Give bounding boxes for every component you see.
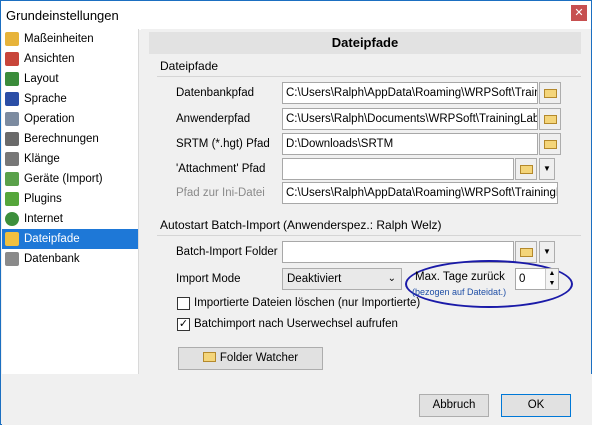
sidebar-item-label: Sprache bbox=[24, 93, 67, 105]
sidebar-item-internet[interactable]: Internet bbox=[2, 209, 138, 229]
sidebar-item-label: Geräte (Import) bbox=[24, 173, 103, 185]
section-title-autostart: Autostart Batch-Import bbox=[160, 218, 281, 232]
sidebar-item-label: Operation bbox=[24, 113, 75, 125]
sidebar-item-operation[interactable]: Operation bbox=[2, 109, 138, 129]
sidebar-item-dateipfade[interactable]: Dateipfade bbox=[2, 229, 138, 249]
batch-folder-dropdown-button[interactable]: ▼ bbox=[539, 241, 555, 263]
user-path-browse-button[interactable] bbox=[539, 108, 561, 130]
sidebar-item-label: Internet bbox=[24, 213, 63, 225]
srtm-path-label: SRTM (*.hgt) Pfad bbox=[176, 138, 270, 150]
srtm-path-field[interactable]: D:\Downloads\SRTM bbox=[282, 133, 538, 155]
sidebar-item-label: Ansichten bbox=[24, 53, 75, 65]
sidebar-item-geraete[interactable]: Geräte (Import) bbox=[2, 169, 138, 189]
sidebar-item-layout[interactable]: Layout bbox=[2, 69, 138, 89]
delete-imported-label: Importierte Dateien löschen (nur Importi… bbox=[194, 297, 421, 309]
section-title-dateipfade: Dateipfade bbox=[160, 59, 219, 73]
cancel-button[interactable]: Abbruch bbox=[419, 394, 489, 417]
folder-open-icon bbox=[544, 140, 557, 149]
database-path-label: Datenbankpfad bbox=[176, 87, 255, 99]
user-path-label: Anwenderpfad bbox=[176, 113, 251, 125]
speaker-icon bbox=[5, 152, 19, 166]
database-path-field[interactable]: C:\Users\Ralph\AppData\Roaming\WRPSoft\T… bbox=[282, 82, 538, 104]
section-note-user: (Anwenderspez.: Ralph Welz) bbox=[283, 218, 442, 232]
attachment-path-browse-button[interactable] bbox=[515, 158, 537, 180]
sidebar-item-datenbank[interactable]: Datenbank bbox=[2, 249, 138, 269]
user-path-field[interactable]: C:\Users\Ralph\Documents\WRPSoft\Trainin… bbox=[282, 108, 538, 130]
title-bar: Grundeinstellungen ✕ bbox=[1, 1, 591, 30]
sidebar-item-label: Maßeinheiten bbox=[24, 33, 94, 45]
globe-icon bbox=[5, 212, 19, 226]
attachment-path-dropdown-button[interactable]: ▼ bbox=[539, 158, 555, 180]
folder-watcher-icon bbox=[202, 352, 216, 362]
ok-button[interactable]: OK bbox=[501, 394, 571, 417]
wrench-icon bbox=[5, 112, 19, 126]
folder-icon bbox=[5, 232, 19, 246]
sidebar-item-ansichten[interactable]: Ansichten bbox=[2, 49, 138, 69]
max-days-value: 0 bbox=[519, 273, 526, 285]
sidebar-item-label: Layout bbox=[24, 73, 59, 85]
page-title: Dateipfade bbox=[149, 32, 581, 54]
import-mode-select[interactable]: Deaktiviert ⌄ bbox=[282, 268, 402, 290]
ruler-icon bbox=[5, 32, 19, 46]
ini-path-label: Pfad zur Ini-Datei bbox=[176, 187, 265, 199]
folder-watcher-button[interactable]: Folder Watcher bbox=[178, 347, 323, 370]
settings-panel: Dateipfade Dateipfade Datenbankpfad C:\U… bbox=[141, 29, 591, 374]
dialog-footer: Abbruch OK bbox=[2, 374, 592, 425]
close-icon[interactable]: ✕ bbox=[571, 5, 587, 21]
settings-sidebar: Maßeinheiten Ansichten Layout Sprache Op… bbox=[2, 29, 139, 374]
max-days-hint: (bezogen auf Dateidat.) bbox=[412, 287, 507, 297]
section-divider bbox=[157, 235, 581, 236]
layout-icon bbox=[5, 72, 19, 86]
sidebar-item-klaenge[interactable]: Klänge bbox=[2, 149, 138, 169]
folder-open-icon bbox=[520, 248, 533, 257]
chevron-down-icon: ▼ bbox=[543, 164, 551, 173]
batch-on-user-switch-checkbox[interactable]: ✓ bbox=[177, 318, 190, 331]
batch-folder-browse-button[interactable] bbox=[515, 241, 537, 263]
device-icon bbox=[5, 172, 19, 186]
max-days-spinner[interactable]: 0 ▲ ▼ bbox=[515, 268, 559, 290]
ini-path-field[interactable]: C:\Users\Ralph\AppData\Roaming\WRPSoft\T… bbox=[282, 182, 558, 204]
sidebar-item-label: Klänge bbox=[24, 153, 60, 165]
batch-on-user-switch-label: Batchimport nach Userwechsel aufrufen bbox=[194, 318, 398, 330]
sidebar-item-label: Dateipfade bbox=[24, 233, 80, 245]
sidebar-item-sprache[interactable]: Sprache bbox=[2, 89, 138, 109]
settings-window: Grundeinstellungen ✕ Maßeinheiten Ansich… bbox=[0, 0, 592, 425]
window-title: Grundeinstellungen bbox=[6, 8, 119, 23]
folder-open-icon bbox=[544, 89, 557, 98]
calculator-icon bbox=[5, 132, 19, 146]
srtm-path-browse-button[interactable] bbox=[539, 133, 561, 155]
max-days-label: Max. Tage zurück bbox=[415, 271, 505, 283]
import-mode-value: Deaktiviert bbox=[287, 273, 342, 285]
attachment-path-field[interactable] bbox=[282, 158, 514, 180]
batch-folder-label: Batch-Import Folder bbox=[176, 246, 278, 258]
spinner-arrows-icon[interactable]: ▲ ▼ bbox=[545, 269, 558, 289]
flag-icon bbox=[5, 92, 19, 106]
sidebar-item-label: Berechnungen bbox=[24, 133, 99, 145]
folder-watcher-label: Folder Watcher bbox=[219, 352, 299, 364]
sidebar-item-label: Plugins bbox=[24, 193, 62, 205]
puzzle-icon bbox=[5, 192, 19, 206]
section-divider bbox=[157, 76, 581, 77]
attachment-path-label: 'Attachment' Pfad bbox=[176, 163, 266, 175]
chevron-down-icon: ▼ bbox=[543, 247, 551, 256]
sidebar-item-berechnungen[interactable]: Berechnungen bbox=[2, 129, 138, 149]
folder-open-icon bbox=[544, 115, 557, 124]
delete-imported-checkbox[interactable] bbox=[177, 297, 190, 310]
sidebar-item-label: Datenbank bbox=[24, 253, 80, 265]
folder-open-icon bbox=[520, 165, 533, 174]
calendar-icon bbox=[5, 52, 19, 66]
database-icon bbox=[5, 252, 19, 266]
database-path-browse-button[interactable] bbox=[539, 82, 561, 104]
sidebar-item-masseinheiten[interactable]: Maßeinheiten bbox=[2, 29, 138, 49]
import-mode-label: Import Mode bbox=[176, 273, 241, 285]
chevron-down-icon: ⌄ bbox=[387, 273, 396, 284]
sidebar-item-plugins[interactable]: Plugins bbox=[2, 189, 138, 209]
